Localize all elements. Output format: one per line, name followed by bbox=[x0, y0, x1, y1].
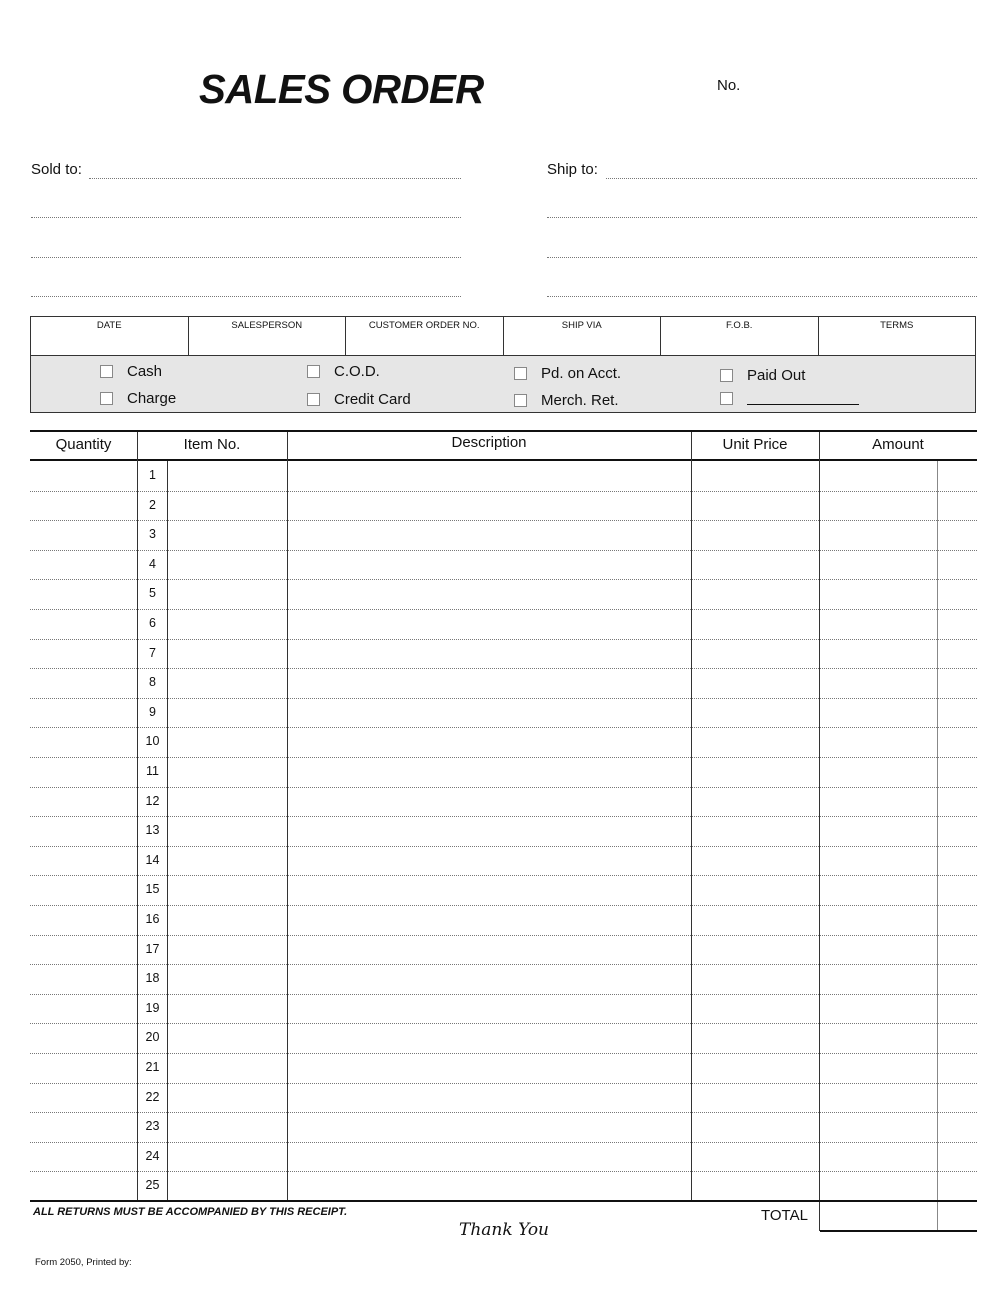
payment-pd-on-acct[interactable]: Pd. on Acct. bbox=[514, 365, 621, 382]
table-row[interactable] bbox=[30, 964, 977, 994]
cod-checkbox[interactable] bbox=[307, 365, 320, 378]
payment-credit-card[interactable]: Credit Card bbox=[307, 391, 411, 408]
table-row[interactable] bbox=[30, 461, 977, 491]
ship-to-line-2[interactable] bbox=[547, 217, 977, 218]
total-label: TOTAL bbox=[761, 1207, 808, 1224]
customer-order-no-field[interactable]: CUSTOMER ORDER NO. bbox=[346, 317, 504, 355]
ship-to-line-3[interactable] bbox=[547, 257, 977, 258]
charge-label: Charge bbox=[127, 390, 177, 407]
ship-to-line-4[interactable] bbox=[547, 296, 977, 297]
table-row[interactable] bbox=[30, 727, 977, 757]
sold-to-line-4[interactable] bbox=[31, 296, 461, 297]
terms-field[interactable]: TERMS bbox=[819, 317, 976, 355]
table-row[interactable] bbox=[30, 550, 977, 580]
table-row[interactable] bbox=[30, 1023, 977, 1053]
date-field[interactable]: DATE bbox=[31, 317, 189, 355]
cash-label: Cash bbox=[127, 363, 163, 380]
table-row[interactable] bbox=[30, 846, 977, 876]
column-quantity: Quantity bbox=[55, 436, 112, 453]
sold-to-label: Sold to: bbox=[31, 161, 82, 178]
table-row[interactable] bbox=[30, 875, 977, 905]
table-row[interactable] bbox=[30, 639, 977, 669]
table-row[interactable] bbox=[30, 905, 977, 935]
table-row[interactable] bbox=[30, 1053, 977, 1083]
order-info-header: DATE SALESPERSON CUSTOMER ORDER NO. SHIP… bbox=[31, 317, 975, 356]
ship-via-field[interactable]: SHIP VIA bbox=[504, 317, 661, 355]
fob-field[interactable]: F.O.B. bbox=[661, 317, 819, 355]
other-blank-line[interactable] bbox=[747, 392, 859, 405]
paid-out-label: Paid Out bbox=[747, 367, 806, 384]
column-unit-price: Unit Price bbox=[722, 436, 788, 453]
merch-ret-label: Merch. Ret. bbox=[541, 392, 619, 409]
payment-other[interactable] bbox=[720, 392, 859, 405]
cash-checkbox[interactable] bbox=[100, 365, 113, 378]
credit-card-label: Credit Card bbox=[334, 391, 411, 408]
ship-to-label: Ship to: bbox=[547, 161, 598, 178]
items-table-header: Quantity Item No. Description Unit Price… bbox=[30, 430, 977, 461]
total-field[interactable] bbox=[820, 1201, 977, 1232]
table-row[interactable] bbox=[30, 698, 977, 728]
table-row[interactable] bbox=[30, 668, 977, 698]
column-description: Description bbox=[451, 434, 527, 451]
ship-to-line-1[interactable] bbox=[606, 178, 977, 179]
sold-to-line-1[interactable] bbox=[89, 178, 461, 179]
payment-options: Cash Charge C.O.D. Credit Card Pd. on Ac… bbox=[31, 356, 975, 412]
table-row[interactable] bbox=[30, 609, 977, 639]
payment-cod[interactable]: C.O.D. bbox=[307, 363, 380, 380]
sold-to-line-3[interactable] bbox=[31, 257, 461, 258]
table-row[interactable] bbox=[30, 1112, 977, 1142]
returns-notice: ALL RETURNS MUST BE ACCOMPANIED BY THIS … bbox=[33, 1206, 348, 1218]
table-row[interactable] bbox=[30, 935, 977, 965]
credit-card-checkbox[interactable] bbox=[307, 393, 320, 406]
payment-cash[interactable]: Cash bbox=[100, 363, 162, 380]
payment-merch-ret[interactable]: Merch. Ret. bbox=[514, 392, 619, 409]
form-printed-by-note: Form 2050, Printed by: bbox=[35, 1257, 132, 1268]
column-item-no: Item No. bbox=[183, 436, 241, 453]
cod-label: C.O.D. bbox=[334, 363, 380, 380]
table-row[interactable] bbox=[30, 757, 977, 787]
table-row[interactable] bbox=[30, 1083, 977, 1113]
table-row[interactable] bbox=[30, 520, 977, 550]
table-row[interactable] bbox=[30, 994, 977, 1024]
pd-on-acct-label: Pd. on Acct. bbox=[541, 365, 622, 382]
order-info-box: DATE SALESPERSON CUSTOMER ORDER NO. SHIP… bbox=[30, 316, 976, 413]
table-row[interactable] bbox=[30, 816, 977, 846]
column-amount: Amount bbox=[872, 436, 924, 453]
form-title: SALES ORDER bbox=[199, 66, 484, 112]
order-number-label: No. bbox=[717, 77, 741, 94]
payment-paid-out[interactable]: Paid Out bbox=[720, 367, 805, 384]
payment-charge[interactable]: Charge bbox=[100, 390, 176, 407]
charge-checkbox[interactable] bbox=[100, 392, 113, 405]
table-row[interactable] bbox=[30, 787, 977, 817]
other-checkbox[interactable] bbox=[720, 392, 733, 405]
table-row[interactable] bbox=[30, 1171, 977, 1201]
table-row[interactable] bbox=[30, 1142, 977, 1172]
merch-ret-checkbox[interactable] bbox=[514, 394, 527, 407]
sold-to-line-2[interactable] bbox=[31, 217, 461, 218]
paid-out-checkbox[interactable] bbox=[720, 369, 733, 382]
salesperson-field[interactable]: SALESPERSON bbox=[189, 317, 346, 355]
table-row[interactable] bbox=[30, 491, 977, 521]
pd-on-acct-checkbox[interactable] bbox=[514, 367, 527, 380]
table-row[interactable] bbox=[30, 579, 977, 609]
thank-you-text: Thank You bbox=[459, 1220, 550, 1240]
